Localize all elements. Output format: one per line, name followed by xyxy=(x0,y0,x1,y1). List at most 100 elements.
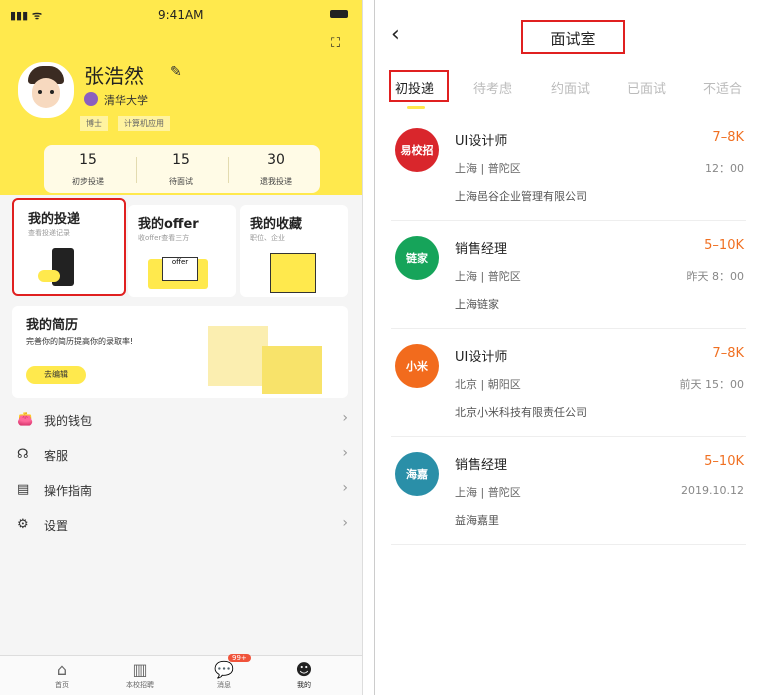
stat-applied-label: 初步投递 xyxy=(72,177,104,186)
card-title: 我的投递 xyxy=(28,212,81,227)
tab-label: 首页 xyxy=(55,681,69,689)
job-salary: 5–10K xyxy=(704,238,744,253)
battery-icon xyxy=(330,10,348,18)
tab-unsuitable[interactable]: 不适合 xyxy=(703,78,742,97)
chart-illustration-icon xyxy=(262,346,322,394)
gear-icon: ⚙ xyxy=(17,517,29,532)
job-location: 上海 | 普陀区 xyxy=(455,270,521,283)
company-name: 北京小米科技有限责任公司 xyxy=(455,406,587,419)
divider xyxy=(391,544,746,545)
menu-item-guide[interactable]: ▤ 操作指南 › xyxy=(0,476,362,506)
resume-subtitle: 完善你的简历提高你的录取率! xyxy=(26,337,134,346)
job-time: 昨天 8：00 xyxy=(686,270,745,283)
user-icon: ☻ xyxy=(295,660,313,679)
company-logo: 链家 xyxy=(395,236,439,280)
tab-scheduled[interactable]: 约面试 xyxy=(551,78,590,97)
unread-badge: 99+ xyxy=(228,654,251,662)
menu-item-wallet[interactable]: 👛 我的钱包 › xyxy=(0,406,362,436)
interview-room-screen: ‹ 面试室 初投递 待考虑 约面试 已面试 不适合 易校招 UI设计师 7–8K… xyxy=(374,0,761,695)
company-logo: 小米 xyxy=(395,344,439,388)
message-icon: 💬 xyxy=(214,660,234,679)
active-tab-indicator xyxy=(407,106,425,109)
tab-me[interactable]: ☻ 我的 xyxy=(274,660,334,690)
menu-item-settings[interactable]: ⚙ 设置 › xyxy=(0,511,362,541)
chevron-right-icon: › xyxy=(342,445,348,461)
job-location: 上海 | 普陀区 xyxy=(455,162,521,175)
chevron-right-icon: › xyxy=(342,515,348,531)
card-my-offer[interactable]: 我的offer 收offer查看三方 offer xyxy=(128,205,236,297)
tag-major: 计算机应用 xyxy=(118,116,170,131)
divider xyxy=(391,220,746,221)
headset-icon: ☊ xyxy=(17,447,29,462)
edit-icon[interactable]: ✎ xyxy=(170,64,182,80)
company-name: 上海链家 xyxy=(455,298,499,311)
card-my-applications[interactable]: 我的投递 查看投递记录 xyxy=(12,198,126,296)
stat-rejected-count[interactable]: 30 xyxy=(236,152,316,168)
card-subtitle: 收offer查看三方 xyxy=(138,234,190,242)
company-name: 上海邑谷企业管理有限公司 xyxy=(455,190,587,203)
company-logo: 易校招 xyxy=(395,128,439,172)
card-title: 我的offer xyxy=(138,217,199,232)
status-time: 9:41AM xyxy=(158,8,204,22)
stat-interview-count[interactable]: 15 xyxy=(141,152,221,168)
briefcase-icon: ▥ xyxy=(132,660,148,679)
job-list-item[interactable]: 链家 销售经理 5–10K 上海 | 普陀区 昨天 8：00 上海链家 xyxy=(375,226,761,330)
chevron-right-icon: › xyxy=(342,410,348,426)
illustration-icon xyxy=(38,270,60,282)
stat-divider xyxy=(136,157,137,183)
card-subtitle: 查看投递记录 xyxy=(28,229,70,237)
job-salary: 7–8K xyxy=(712,130,744,145)
tab-interviewed[interactable]: 已面试 xyxy=(627,78,666,97)
favorites-illustration-icon xyxy=(270,253,316,293)
school-name: 清华大学 xyxy=(104,94,148,107)
job-location: 北京 | 朝阳区 xyxy=(455,378,521,391)
tag-degree: 博士 xyxy=(80,116,108,131)
signal-wifi-icon: ▮▮▮ ᯤ xyxy=(10,9,43,22)
tab-label: 本校招聘 xyxy=(126,681,154,689)
menu-label: 操作指南 xyxy=(44,484,93,498)
user-name: 张浩然 xyxy=(84,64,144,88)
card-title: 我的收藏 xyxy=(250,217,303,232)
job-location: 上海 | 普陀区 xyxy=(455,486,521,499)
resume-card[interactable]: 我的简历 完善你的简历提高你的录取率! 去编辑 xyxy=(12,306,348,398)
tab-applied[interactable]: 初投递 xyxy=(395,78,434,97)
company-logo: 海嘉 xyxy=(395,452,439,496)
tab-considering[interactable]: 待考虑 xyxy=(473,78,512,97)
stat-divider xyxy=(228,157,229,183)
stat-applied-count[interactable]: 15 xyxy=(48,152,128,168)
menu-label: 我的钱包 xyxy=(44,414,93,428)
stat-interview-label: 待面试 xyxy=(169,177,193,186)
card-subtitle: 职位、企业 xyxy=(250,234,285,242)
resume-title: 我的简历 xyxy=(26,318,79,333)
job-title: 销售经理 xyxy=(455,242,508,257)
bottom-tab-bar: ⌂ 首页 ▥ 本校招聘 💬 消息 99+ ☻ 我的 xyxy=(0,654,362,695)
job-list-item[interactable]: 小米 UI设计师 7–8K 北京 | 朝阳区 前天 15：00 北京小米科技有限… xyxy=(375,334,761,438)
card-my-favorites[interactable]: 我的收藏 职位、企业 xyxy=(240,205,348,297)
school-logo-icon xyxy=(84,92,98,106)
avatar[interactable] xyxy=(18,62,74,118)
divider xyxy=(391,328,746,329)
profile-screen: ▮▮▮ ᯤ 9:41AM ⛶ 张浩然 ✎ 清华大学 博士 计算机应用 15 初步… xyxy=(0,0,363,695)
job-title: UI设计师 xyxy=(455,350,508,365)
tab-label: 消息 xyxy=(217,681,231,689)
back-icon[interactable]: ‹ xyxy=(391,22,400,47)
job-title: UI设计师 xyxy=(455,134,508,149)
tab-home[interactable]: ⌂ 首页 xyxy=(32,660,92,690)
document-icon: ▤ xyxy=(17,482,30,497)
job-list-item[interactable]: 海嘉 销售经理 5–10K 上海 | 普陀区 2019.10.12 益海嘉里 xyxy=(375,442,761,546)
job-list-item[interactable]: 易校招 UI设计师 7–8K 上海 | 普陀区 12：00 上海邑谷企业管理有限… xyxy=(375,118,761,222)
edit-resume-button[interactable]: 去编辑 xyxy=(26,366,86,384)
job-salary: 7–8K xyxy=(712,346,744,361)
menu-label: 设置 xyxy=(44,519,69,533)
home-icon: ⌂ xyxy=(56,660,68,679)
job-time: 2019.10.12 xyxy=(681,484,744,497)
tab-messages[interactable]: 💬 消息 99+ xyxy=(194,654,254,690)
divider xyxy=(391,436,746,437)
wallet-icon: 👛 xyxy=(17,412,34,427)
job-salary: 5–10K xyxy=(704,454,744,469)
scan-icon[interactable]: ⛶ xyxy=(331,36,340,51)
company-name: 益海嘉里 xyxy=(455,514,499,527)
menu-item-customer-service[interactable]: ☊ 客服 › xyxy=(0,441,362,471)
tab-campus-recruitment[interactable]: ▥ 本校招聘 xyxy=(110,660,170,690)
job-time: 12：00 xyxy=(705,162,744,175)
